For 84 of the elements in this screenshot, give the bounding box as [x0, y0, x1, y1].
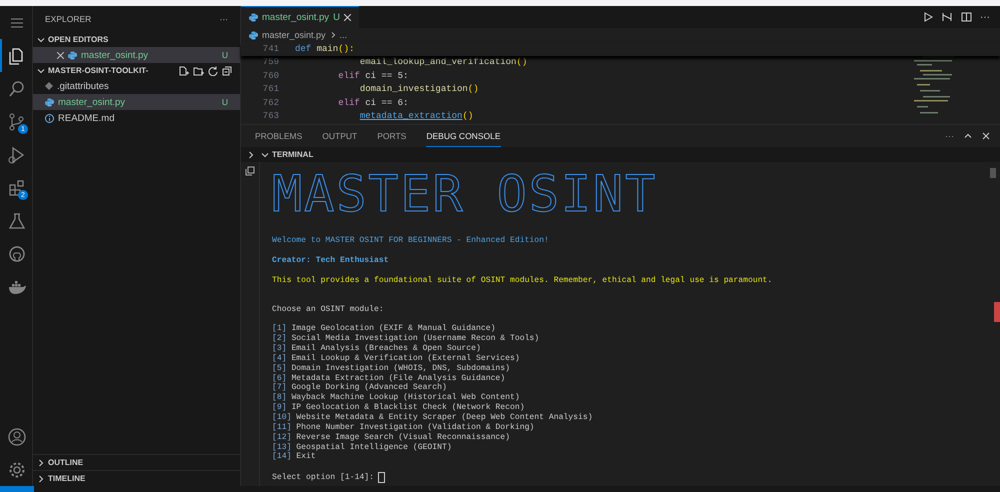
line-number: 760: [262, 70, 280, 81]
search-icon[interactable]: [9, 80, 24, 96]
python-file-icon: [68, 50, 77, 60]
file-item[interactable]: .gitattributes: [33, 78, 240, 94]
new-folder-icon[interactable]: [193, 66, 204, 76]
scroll-marker: [994, 302, 1000, 322]
text-cursor: [378, 472, 385, 484]
menu-option: [11] Phone Number Investigation (Validation & Dorking): [272, 422, 534, 432]
file-item[interactable]: master_osint.py U: [33, 94, 240, 110]
code-line: elif ci == 5:: [337, 70, 408, 81]
close-icon[interactable]: [344, 14, 351, 21]
editor-tab[interactable]: master_osint.py U: [241, 6, 359, 28]
python-file-icon: [45, 98, 54, 106]
breadcrumb-item[interactable]: ...: [340, 30, 348, 40]
file-item[interactable]: README.md: [33, 110, 240, 126]
line-number: 761: [262, 84, 280, 94]
menu-icon[interactable]: [11, 18, 23, 28]
section-header[interactable]: OPEN EDITORS: [48, 35, 240, 44]
panel-tab[interactable]: OUTPUT: [322, 125, 358, 147]
line-number: 741: [262, 44, 280, 54]
source-control-icon[interactable]: [10, 113, 24, 130]
menu-option: [7] Google Dorking (Advanced Search): [272, 383, 447, 392]
notice-text: This tool provides a foundational suite of OSINT modules. Remember, ethical and legal use is paramount.: [272, 276, 772, 285]
more-actions-button[interactable]: ···: [945, 131, 954, 141]
input-prompt: Select option [1-14]:: [272, 472, 374, 483]
menu-option: [1] Image Geolocation (EXIF & Manual Guidance): [272, 324, 496, 334]
section-header[interactable]: OUTLINE: [48, 458, 84, 467]
chevron-icon: [330, 32, 336, 38]
code-line: domain_investigation(): [358, 84, 479, 94]
collapse-all-icon[interactable]: [222, 66, 232, 76]
more-actions-button[interactable]: ···: [220, 14, 228, 24]
code-line: elif ci == 6:: [337, 98, 408, 108]
menu-heading: Choose an OSINT module:: [272, 304, 384, 314]
flask-icon[interactable]: [8, 212, 26, 228]
menu-option: [14] Exit: [272, 452, 316, 462]
code-line: def main():: [295, 44, 354, 54]
panel-tab[interactable]: PORTS: [377, 125, 406, 147]
run-debug-icon[interactable]: [8, 146, 24, 163]
menu-option: [12] Reverse Image Search (Visual Reconnaissance): [272, 432, 510, 442]
breadcrumb-item[interactable]: master_osint.py: [262, 30, 326, 40]
menu-option: [2] Social Media Investigation (Username Recon & Tools): [272, 334, 540, 344]
menu-option: [3] Email Analysis (Breaches & Open Source): [272, 344, 481, 354]
menu-option: [13] Geospatial Intelligence (GEOINT): [272, 442, 452, 452]
terminal-icon[interactable]: [245, 166, 255, 176]
panel-tab[interactable]: PROBLEMS: [255, 125, 302, 147]
menu-option: [9] IP Geolocation & Blacklist Check (Network Recon): [272, 403, 525, 412]
docker-icon[interactable]: [9, 280, 26, 294]
new-file-icon[interactable]: [179, 66, 189, 76]
menu-option: [4] Email Lookup & Verification (External Services): [272, 354, 520, 363]
banner-title: MASTER OSINT: [272, 168, 658, 220]
info-icon: [45, 114, 54, 122]
close-icon[interactable]: [982, 132, 990, 140]
python-file-icon: [249, 13, 258, 22]
menu-option: [8] Wayback Machine Lookup (Historical Web Content): [272, 393, 520, 402]
line-number: 762: [262, 98, 280, 108]
refresh-icon[interactable]: [208, 66, 218, 76]
run-icon[interactable]: [923, 12, 933, 22]
files-icon[interactable]: [9, 48, 23, 64]
menu-option: [10] Website Metadata & Entity Scraper (Deep Web Content Analysis): [272, 412, 593, 422]
extensions-icon[interactable]: [9, 180, 24, 196]
menu-option: [6] Metadata Extraction (File Analysis Guidance): [272, 374, 506, 383]
maximize-icon[interactable]: [964, 132, 972, 140]
settings-icon[interactable]: [8, 460, 26, 478]
folder-header[interactable]: MASTER-OSINT-TOOLKIT-: [48, 66, 176, 75]
chevron-icon[interactable]: [37, 66, 45, 74]
creator-text: Creator: Tech Enthusiast: [272, 256, 389, 265]
section-header[interactable]: TIMELINE: [48, 474, 86, 483]
close-icon[interactable]: [57, 52, 64, 58]
sidebar-title: EXPLORER: [45, 14, 92, 24]
chevron-icon[interactable]: [37, 36, 45, 44]
welcome-text: Welcome to MASTER OSINT FOR BEGINNERS - Enhanced Edition!: [272, 236, 549, 245]
line-number: 759: [262, 57, 280, 68]
account-icon[interactable]: [8, 428, 26, 446]
code-line: email_lookup_and_verification(): [358, 57, 528, 68]
open-editor-item[interactable]: master_osint.py U: [33, 47, 240, 63]
line-number: 763: [262, 111, 280, 122]
split-editor-icon[interactable]: [961, 12, 972, 22]
menu-option: [5] Domain Investigation (WHOIS, DNS, Subdomains): [272, 364, 510, 373]
python-file-icon: [249, 30, 258, 40]
code-line: metadata_extraction(): [358, 111, 474, 122]
scrollbar-thumb[interactable]: [990, 168, 996, 178]
diamond-icon: [45, 82, 53, 90]
section-header[interactable]: TERMINAL: [272, 150, 314, 159]
more-actions-button[interactable]: ···: [980, 12, 990, 22]
